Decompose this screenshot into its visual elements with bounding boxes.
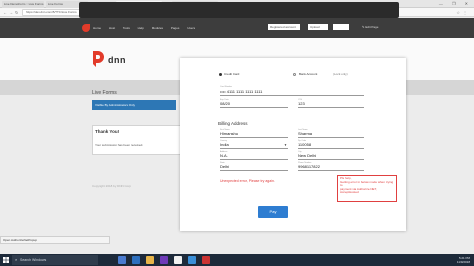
phone-input[interactable]: 9968117822	[298, 163, 364, 171]
thank-you-card: Thank You! Your submission has been rece…	[92, 125, 186, 155]
admin-menu-tools[interactable]: Tools	[123, 26, 130, 30]
site-logo-text[interactable]: dnn	[108, 55, 126, 65]
edit-page-label: Edit Page	[365, 25, 379, 29]
address-input[interactable]: N.A.	[220, 152, 288, 160]
admin-extra-field[interactable]	[333, 24, 349, 30]
admin-menu-help[interactable]: Help	[138, 26, 144, 30]
billing-address-title: Billing Address	[218, 121, 248, 126]
edge-icon[interactable]	[132, 256, 140, 264]
dnn-admin-bar-inner	[79, 2, 399, 18]
annotation-line: payment via Authorize.NET, AcceptHosted	[340, 186, 377, 195]
app-icon[interactable]	[202, 256, 210, 264]
admin-menu-modules[interactable]: Modules	[152, 26, 163, 30]
clock-date: 11/9/2018	[456, 260, 470, 264]
credit-card-radio[interactable]	[219, 73, 222, 76]
browser-toolbar-icons[interactable]: ☆⋮	[456, 9, 470, 16]
visual-studio-icon[interactable]	[160, 256, 168, 264]
zip-input[interactable]: 110058	[298, 141, 364, 149]
search-icon: ⌕	[15, 257, 18, 262]
bank-account-note: (Lock only)	[333, 72, 348, 76]
bank-account-radio[interactable]	[293, 73, 296, 76]
country-select[interactable]: India ▼	[220, 141, 288, 149]
admin-menu: Home Host Tools Help Modules Pages Users	[93, 26, 202, 30]
system-tray[interactable]: 5:21 PM 11/9/2018	[457, 256, 470, 264]
city-input[interactable]: New Delhi	[298, 152, 364, 160]
admin-visibility-notice: Visible By Administrators Only	[92, 100, 176, 110]
last-name-input[interactable]: Sharma	[298, 130, 364, 138]
chrome-icon[interactable]	[174, 256, 182, 264]
admin-menu-users[interactable]: Users	[187, 26, 195, 30]
admin-search-input[interactable]: Registered account	[268, 24, 300, 30]
nav-buttons[interactable]: ←→↻	[3, 9, 20, 16]
file-explorer-icon[interactable]	[146, 256, 154, 264]
annotation-error-box: Pls help, Getting error in below mode wh…	[337, 175, 397, 202]
menu-icon[interactable]: ⋮	[463, 10, 470, 15]
admin-menu-pages[interactable]: Pages	[171, 26, 180, 30]
windows-start-icon[interactable]	[3, 257, 9, 263]
admin-user-field[interactable]: Upload	[308, 24, 328, 30]
task-view-icon[interactable]	[118, 256, 126, 264]
cvv-input[interactable]: 123	[298, 100, 364, 108]
dnn-logo-icon[interactable]	[92, 51, 104, 67]
reload-icon[interactable]: ↻	[15, 10, 20, 15]
admin-menu-host[interactable]: Host	[109, 26, 115, 30]
browser-tab[interactable]: Live DemoForm :: Live Forms	[2, 1, 44, 8]
thank-you-title: Thank You!	[95, 129, 120, 134]
edit-page-button[interactable]: ✎ Edit Page	[362, 25, 378, 29]
page-title: Live Forms	[92, 90, 117, 96]
credit-card-label: Credit Card	[224, 72, 240, 76]
dnn-mini-logo-icon[interactable]	[82, 24, 90, 32]
payment-error-message: Unexpected error, Please try again.	[220, 179, 275, 183]
card-number-input[interactable]: •••• 4111 1111 1111 1111	[220, 88, 364, 96]
state-input[interactable]: Delhi	[220, 163, 288, 171]
first-name-input[interactable]: Himanshu	[220, 130, 288, 138]
country-value: India	[220, 142, 229, 147]
bank-account-label: Bank Account	[299, 72, 318, 76]
pay-button[interactable]: Pay	[258, 206, 288, 218]
copyright-text: Copyright 2018 by DNN Corp	[92, 184, 132, 188]
thank-you-message: Your submission has been received.	[95, 143, 144, 147]
payment-modal	[180, 58, 406, 231]
dnn-admin-bar	[0, 18, 474, 38]
taskbar-search-input[interactable]: Search Windows	[12, 255, 98, 265]
status-bar-text: Open AuthorizeNetPopup	[0, 236, 110, 244]
expiry-input[interactable]: 08/20	[220, 100, 288, 108]
admin-menu-home[interactable]: Home	[93, 26, 101, 30]
star-icon[interactable]: ☆	[456, 10, 463, 15]
chevron-down-icon: ▼	[284, 143, 287, 147]
window-controls[interactable]: — ❐ ✕	[439, 1, 472, 6]
outlook-icon[interactable]	[188, 256, 196, 264]
